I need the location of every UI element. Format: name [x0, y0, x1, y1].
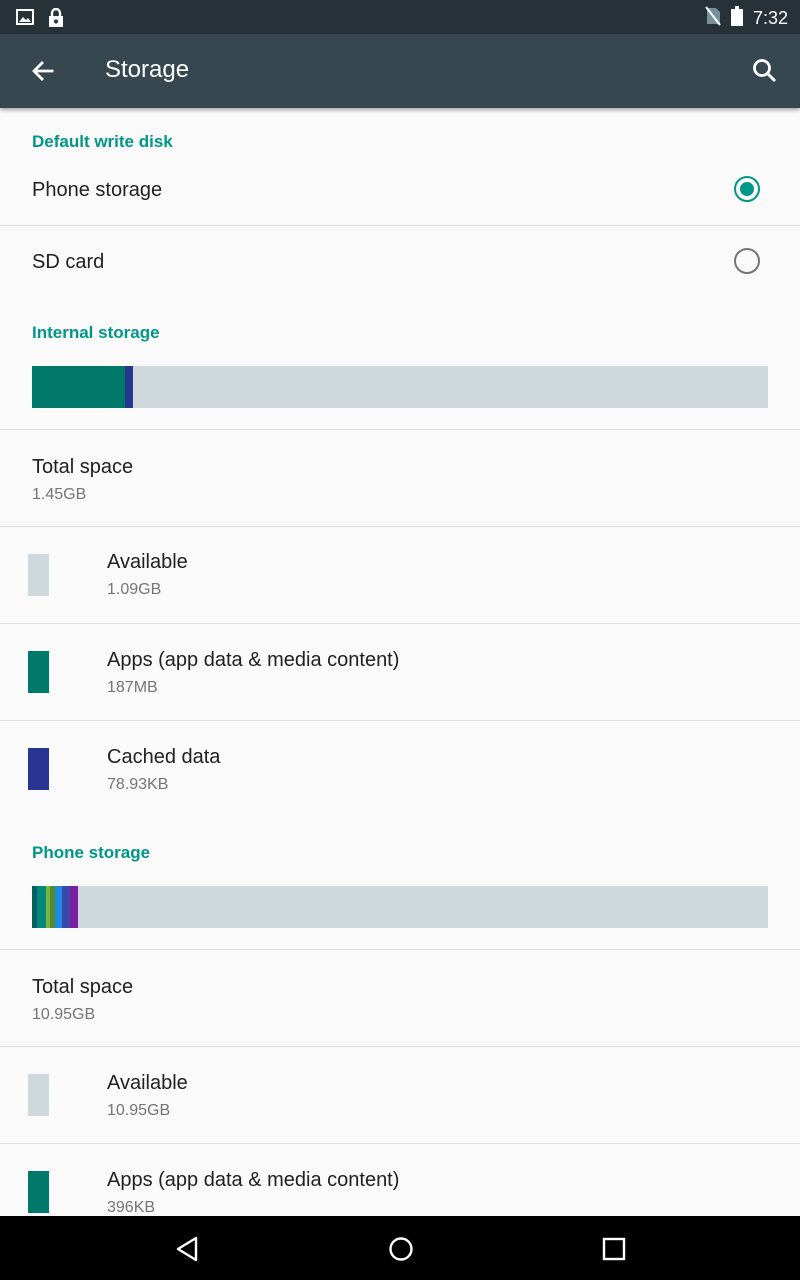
- option-label: SD card: [32, 251, 105, 273]
- item-label: Apps (app data & media content): [107, 1169, 400, 1191]
- item-label: Apps (app data & media content): [107, 649, 400, 671]
- option-label: Phone storage: [32, 179, 163, 201]
- available-color-swatch: [28, 554, 49, 596]
- nav-recents-icon[interactable]: [599, 1234, 629, 1264]
- phone-total-space-row: Total space 10.95GB: [0, 950, 800, 1046]
- status-bar: 7:32: [0, 0, 800, 34]
- search-icon[interactable]: [750, 56, 780, 86]
- option-phone-storage[interactable]: Phone storage: [0, 156, 800, 226]
- item-value: 78.93KB: [107, 776, 169, 793]
- bar-segment-cached: [125, 366, 133, 408]
- status-time: 7:32: [752, 8, 788, 28]
- available-color-swatch: [28, 1074, 49, 1116]
- nav-back-icon[interactable]: [172, 1234, 202, 1264]
- item-label: Available: [107, 551, 188, 573]
- item-label: Available: [107, 1072, 188, 1094]
- cached-color-swatch: [28, 748, 49, 790]
- item-value: 396KB: [107, 1199, 156, 1216]
- internal-total-space-row: Total space 1.45GB: [0, 430, 800, 526]
- bar-segment-apps: [32, 366, 125, 408]
- item-value: 1.09GB: [107, 581, 162, 598]
- bar-segment: [62, 886, 70, 928]
- back-arrow-icon[interactable]: [28, 56, 58, 86]
- section-header-phone-storage: Phone storage: [32, 843, 151, 862]
- storage-settings-list: Default write disk Phone storage SD card…: [0, 108, 800, 1216]
- navigation-bar: [0, 1216, 800, 1280]
- lock-icon: [48, 7, 64, 33]
- internal-cached-data-row[interactable]: Cached data 78.93KB: [0, 721, 800, 817]
- apps-color-swatch: [28, 651, 49, 693]
- nav-home-icon[interactable]: [386, 1234, 416, 1264]
- phone-available-row[interactable]: Available 10.95GB: [0, 1047, 800, 1143]
- item-value: 187MB: [107, 679, 158, 696]
- item-label: Cached data: [107, 746, 221, 768]
- internal-apps-row[interactable]: Apps (app data & media content) 187MB: [0, 624, 800, 720]
- option-sd-card[interactable]: SD card: [0, 226, 800, 298]
- internal-storage-usage-bar: [32, 366, 768, 408]
- bar-segment: [70, 886, 78, 928]
- phone-storage-usage-bar: [32, 886, 768, 928]
- section-header-internal-storage: Internal storage: [32, 323, 160, 342]
- section-header-default-write-disk: Default write disk: [32, 132, 173, 151]
- total-space-value: 1.45GB: [32, 486, 87, 503]
- no-sim-icon: [705, 6, 721, 31]
- bar-segment: [55, 886, 62, 928]
- radio-phone-storage[interactable]: [734, 176, 760, 202]
- battery-icon: [730, 6, 743, 31]
- phone-apps-row[interactable]: Apps (app data & media content) 396KB: [0, 1144, 800, 1216]
- app-bar: Storage: [0, 34, 800, 108]
- total-space-label: Total space: [32, 456, 134, 478]
- radio-sd-card[interactable]: [734, 248, 760, 274]
- apps-color-swatch: [28, 1171, 49, 1213]
- total-space-label: Total space: [32, 976, 134, 998]
- internal-available-row[interactable]: Available 1.09GB: [0, 527, 800, 623]
- bar-segment: [37, 886, 46, 928]
- image-icon: [16, 8, 34, 33]
- total-space-value: 10.95GB: [32, 1006, 96, 1023]
- item-value: 10.95GB: [107, 1102, 171, 1119]
- page-title: Storage: [105, 56, 190, 83]
